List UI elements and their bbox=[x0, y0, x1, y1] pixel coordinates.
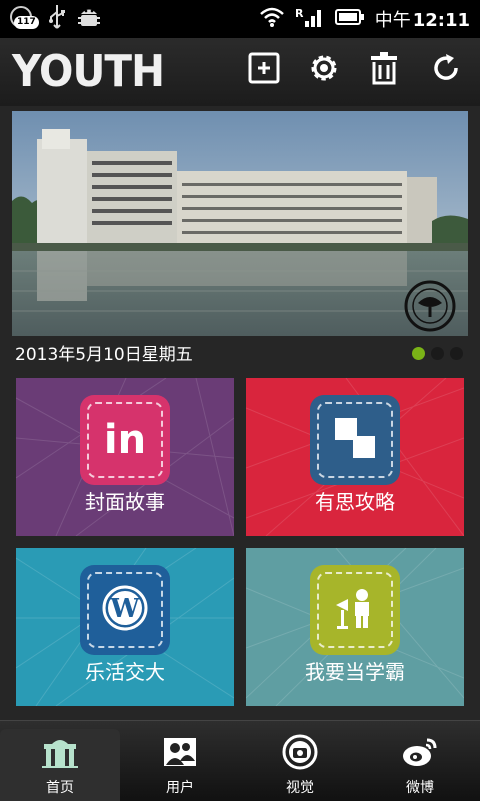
tile-icon-box bbox=[310, 395, 400, 485]
wifi-icon bbox=[259, 6, 285, 32]
delete-button[interactable] bbox=[364, 50, 404, 90]
svg-text:R: R bbox=[295, 7, 304, 20]
tile-label: 乐活交大 bbox=[85, 660, 165, 684]
tile-campus-life[interactable]: W 乐活交大 bbox=[16, 548, 234, 706]
tile-icon-box bbox=[310, 565, 400, 655]
notification-count: 117 bbox=[14, 16, 39, 29]
usb-icon bbox=[48, 4, 66, 34]
tab-weibo[interactable]: 微博 bbox=[360, 729, 480, 801]
tab-label: 用户 bbox=[166, 780, 194, 796]
squares-icon bbox=[333, 416, 377, 464]
banner-date: 2013年5月10日星期五 bbox=[15, 345, 193, 365]
clock: 中午 12:11 bbox=[374, 10, 470, 31]
add-button[interactable] bbox=[244, 50, 284, 90]
refresh-icon bbox=[429, 51, 463, 89]
banner-pagination[interactable] bbox=[412, 347, 463, 360]
android-debug-icon bbox=[76, 4, 102, 34]
notification-icon: 117 bbox=[8, 4, 39, 34]
bottom-tab-bar: 首页 用户 视觉 微博 bbox=[0, 720, 480, 801]
featured-banner-image[interactable] bbox=[12, 111, 468, 336]
scholar-icon bbox=[332, 585, 378, 635]
signal-icon: R bbox=[295, 5, 325, 33]
trash-icon bbox=[369, 51, 399, 89]
app-logo: YOUTH bbox=[12, 46, 165, 97]
tab-visual[interactable]: 视觉 bbox=[240, 729, 360, 801]
pagination-dot[interactable] bbox=[412, 347, 425, 360]
svg-text:W: W bbox=[109, 594, 140, 624]
home-gate-icon bbox=[40, 735, 80, 769]
tile-icon-box: in bbox=[80, 395, 170, 485]
tab-label: 视觉 bbox=[286, 780, 314, 796]
status-bar: 117 R 中午 12:11 bbox=[0, 0, 480, 38]
app-header: YOUTH bbox=[0, 38, 480, 106]
banner-caption-row: 2013年5月10日星期五 bbox=[15, 342, 465, 368]
tile-strategy[interactable]: 有思攻略 bbox=[246, 378, 464, 536]
linkedin-in-icon: in bbox=[103, 417, 147, 463]
pagination-dot[interactable] bbox=[450, 347, 463, 360]
tile-label: 封面故事 bbox=[85, 490, 165, 514]
gear-icon bbox=[307, 51, 341, 89]
weibo-icon bbox=[400, 735, 440, 769]
tile-label: 我要当学霸 bbox=[305, 660, 405, 684]
tile-label: 有思攻略 bbox=[315, 490, 395, 514]
settings-button[interactable] bbox=[304, 50, 344, 90]
wordpress-icon: W bbox=[101, 584, 149, 636]
tab-label: 微博 bbox=[406, 780, 434, 796]
pagination-dot[interactable] bbox=[431, 347, 444, 360]
tab-home[interactable]: 首页 bbox=[0, 729, 120, 801]
photography-watermark-logo bbox=[404, 280, 456, 332]
tab-label: 首页 bbox=[46, 780, 74, 796]
tile-icon-box: W bbox=[80, 565, 170, 655]
battery-icon bbox=[334, 8, 365, 30]
camera-icon bbox=[280, 734, 320, 770]
tile-top-student[interactable]: 我要当学霸 bbox=[246, 548, 464, 706]
tab-users[interactable]: 用户 bbox=[120, 729, 240, 801]
tile-cover-story[interactable]: in 封面故事 bbox=[16, 378, 234, 536]
users-icon bbox=[160, 735, 200, 769]
refresh-button[interactable] bbox=[426, 50, 466, 90]
add-icon bbox=[248, 52, 280, 88]
